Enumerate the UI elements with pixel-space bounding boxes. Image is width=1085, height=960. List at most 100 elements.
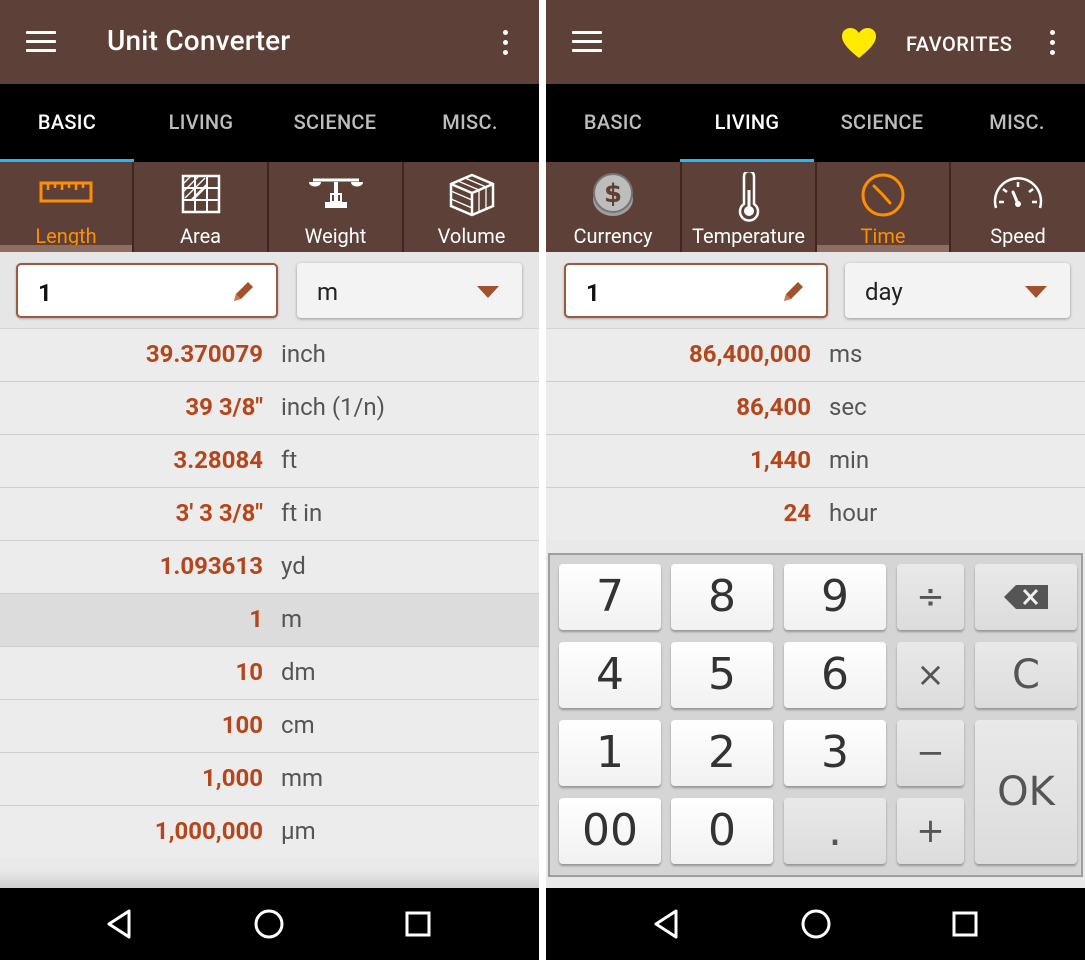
key-decimal[interactable]: . [784, 798, 886, 864]
key-6[interactable]: 6 [784, 642, 886, 708]
result-value: 1 [249, 605, 263, 633]
recents-icon[interactable] [947, 906, 983, 942]
result-value: 39.370079 [145, 340, 263, 368]
result-row[interactable]: 1,440 min [546, 434, 1085, 487]
subcategory-speed[interactable]: Speed [951, 162, 1085, 252]
result-row[interactable]: 3' 3 3/8" ft in [0, 487, 539, 540]
key-00[interactable]: 00 [559, 798, 661, 864]
result-value: 3.28084 [173, 446, 263, 474]
results-list: 86,400,000 ms 86,400 sec 1,440 min 24 hour [546, 328, 1085, 540]
ruler-icon [39, 181, 93, 203]
result-row[interactable]: 100 cm [0, 699, 539, 752]
overflow-menu-icon[interactable] [1048, 30, 1056, 56]
tab-basic[interactable]: BASIC [546, 84, 680, 162]
tab-basic[interactable]: BASIC [0, 84, 134, 162]
subcategory-bar: $ Currency Temperature Time Speed [546, 162, 1085, 252]
back-icon[interactable] [648, 906, 684, 942]
overflow-menu-icon[interactable] [501, 30, 509, 56]
subcategory-length[interactable]: Length [0, 162, 134, 252]
key-plus[interactable]: + [897, 798, 964, 864]
hamburger-menu-icon[interactable] [572, 31, 602, 53]
tab-science[interactable]: SCIENCE [268, 84, 402, 162]
app-bar: FAVORITES [546, 0, 1085, 84]
result-unit: inch (1/n) [281, 393, 386, 421]
result-row[interactable]: 39 3/8" inch (1/n) [0, 381, 539, 434]
result-value: 3' 3 3/8" [175, 499, 263, 527]
right-screen: FAVORITES BASIC LIVING SCIENCE MISC. $ C… [546, 0, 1085, 960]
subcategory-volume[interactable]: Volume [404, 162, 539, 252]
tab-misc[interactable]: MISC. [950, 84, 1084, 162]
key-5[interactable]: 5 [671, 642, 773, 708]
key-7[interactable]: 7 [559, 564, 661, 630]
value-input[interactable]: 1 [564, 263, 828, 318]
key-ok[interactable]: OK [975, 720, 1077, 864]
result-unit: cm [281, 711, 315, 739]
input-bar: 1 day [546, 252, 1085, 328]
tab-science[interactable]: SCIENCE [815, 84, 949, 162]
result-row[interactable]: 1.093613 yd [0, 540, 539, 593]
unit-select[interactable]: m [297, 263, 522, 318]
key-3[interactable]: 3 [784, 720, 886, 786]
result-value: 86,400 [736, 393, 811, 421]
recents-icon[interactable] [400, 906, 436, 942]
unit-select-value: day [865, 278, 903, 306]
home-icon[interactable] [798, 906, 834, 942]
key-4[interactable]: 4 [559, 642, 661, 708]
home-icon[interactable] [251, 906, 287, 942]
speedometer-icon [993, 177, 1043, 209]
system-nav-bar [546, 888, 1085, 960]
tab-misc[interactable]: MISC. [403, 84, 537, 162]
result-row[interactable]: 24 hour [546, 487, 1085, 540]
result-row[interactable]: 1,000,000 µm [0, 805, 539, 858]
scale-icon [308, 178, 363, 208]
subcategory-label: Area [179, 224, 222, 248]
key-8[interactable]: 8 [671, 564, 773, 630]
app-bar: Unit Converter [0, 0, 539, 84]
result-value: 24 [783, 499, 811, 527]
left-screen: Unit Converter BASIC LIVING SCIENCE MISC… [0, 0, 539, 960]
subcategory-area[interactable]: Area [134, 162, 269, 252]
subcategory-temperature[interactable]: Temperature [682, 162, 817, 252]
heart-favorite-icon[interactable] [840, 26, 878, 60]
thermometer-icon [738, 172, 759, 222]
tab-living[interactable]: LIVING [680, 84, 814, 162]
result-row[interactable]: 3.28084 ft [0, 434, 539, 487]
result-unit: ms [829, 340, 863, 368]
result-row[interactable]: 86,400,000 ms [546, 328, 1085, 381]
subcategory-currency[interactable]: $ Currency [546, 162, 682, 252]
key-2[interactable]: 2 [671, 720, 773, 786]
unit-select-value: m [317, 278, 339, 306]
key-divide[interactable]: ÷ [897, 564, 964, 630]
result-row[interactable]: 39.370079 inch [0, 328, 539, 381]
input-value: 1 [586, 279, 600, 307]
unit-select[interactable]: day [845, 263, 1070, 318]
result-unit: ft in [281, 499, 323, 527]
result-row[interactable]: 1,000 mm [0, 752, 539, 805]
subcategory-label: Length [35, 224, 97, 248]
result-row[interactable]: 86,400 sec [546, 381, 1085, 434]
back-icon[interactable] [101, 906, 137, 942]
subcategory-label: Temperature [692, 224, 805, 248]
category-tabs: BASIC LIVING SCIENCE MISC. [0, 84, 539, 162]
backspace-key[interactable] [975, 564, 1077, 630]
hamburger-menu-icon[interactable] [26, 31, 56, 53]
subcategory-label: Weight [304, 224, 367, 248]
result-unit: m [281, 605, 303, 633]
subcategory-time[interactable]: Time [817, 162, 951, 252]
tab-living[interactable]: LIVING [134, 84, 268, 162]
subcategory-label: Volume [437, 224, 506, 248]
svg-text:$: $ [604, 179, 622, 209]
key-0[interactable]: 0 [671, 798, 773, 864]
result-row-selected[interactable]: 1m [0, 593, 539, 646]
key-1[interactable]: 1 [559, 720, 661, 786]
key-minus[interactable]: − [897, 720, 964, 786]
key-multiply[interactable]: × [897, 642, 964, 708]
favorites-button[interactable]: FAVORITES [906, 32, 1012, 56]
result-row[interactable]: 10 dm [0, 646, 539, 699]
subcategory-weight[interactable]: Weight [269, 162, 404, 252]
key-9[interactable]: 9 [784, 564, 886, 630]
value-input[interactable]: 1 [16, 263, 278, 318]
result-value: 86,400,000 [689, 340, 811, 368]
key-clear[interactable]: C [975, 642, 1077, 708]
dropdown-arrow-icon [477, 286, 499, 298]
